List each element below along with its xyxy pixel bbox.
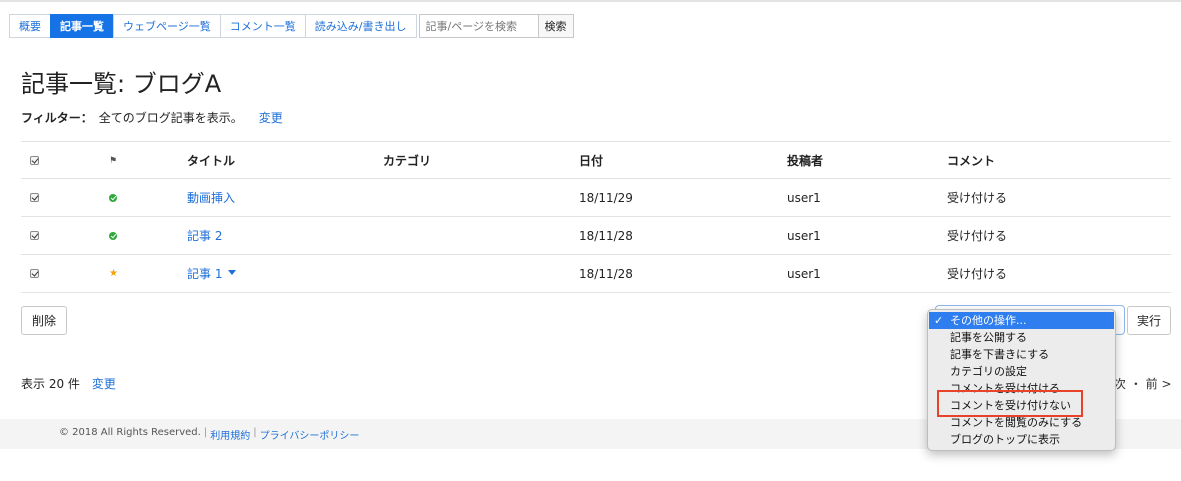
copyright: © 2018 All Rights Reserved. xyxy=(59,427,201,438)
table-row: 記事 2 18/11/28 user1 受け付ける xyxy=(21,217,1171,255)
row-checkbox[interactable] xyxy=(30,217,39,254)
filter-change-link[interactable]: 変更 xyxy=(259,109,283,126)
published-icon xyxy=(109,179,117,216)
select-all-checkbox[interactable] xyxy=(30,142,39,179)
header-author[interactable]: 投稿者 xyxy=(787,142,823,179)
flag-icon: ⚑ xyxy=(109,155,118,166)
page-title: 記事一覧: ブログA xyxy=(21,70,222,98)
header-date[interactable]: 日付 xyxy=(579,142,603,179)
entries-table: ⚑ タイトル カテゴリ 日付 投稿者 コメント 動画挿入 18/11/29 us… xyxy=(21,141,1171,293)
per-page-change-link[interactable]: 変更 xyxy=(92,375,116,392)
entry-author: user1 xyxy=(787,190,821,205)
entry-date: 18/11/28 xyxy=(579,266,633,281)
entry-comment: 受け付ける xyxy=(947,229,1008,243)
filter-label: フィルター： xyxy=(21,111,93,125)
entry-comment: 受け付ける xyxy=(947,191,1008,205)
entry-title-link[interactable]: 記事 2 xyxy=(187,227,222,244)
pager[interactable]: 次 ・ 前 > xyxy=(1114,375,1172,392)
table-row: ★ 記事 1 18/11/28 user1 受け付ける xyxy=(21,255,1171,293)
entry-title-link[interactable]: 記事 1 xyxy=(187,265,222,282)
entry-author: user1 xyxy=(787,266,821,281)
footer-separator: | xyxy=(253,427,257,438)
top-nav: 概要 記事一覧 ウェブページ一覧 コメント一覧 読み込み/書き出し 検索 xyxy=(9,14,574,38)
entry-author: user1 xyxy=(787,228,821,243)
menu-item-set-category[interactable]: カテゴリの設定 xyxy=(928,363,1115,380)
actions-dropdown-menu: その他の操作... 記事を公開する 記事を下書きにする カテゴリの設定 コメント… xyxy=(927,309,1116,451)
menu-item-reject-comments[interactable]: コメントを受け付けない xyxy=(928,397,1115,414)
delete-button[interactable]: 削除 xyxy=(21,306,67,335)
entry-date: 18/11/29 xyxy=(579,190,633,205)
header-title[interactable]: タイトル xyxy=(187,142,235,179)
menu-item-readonly-comments[interactable]: コメントを閲覧のみにする xyxy=(928,414,1115,431)
table-row: 動画挿入 18/11/29 user1 受け付ける xyxy=(21,179,1171,217)
menu-item-other-actions[interactable]: その他の操作... xyxy=(929,312,1114,329)
published-icon xyxy=(109,217,117,254)
tab-comments[interactable]: コメント一覧 xyxy=(219,14,306,38)
per-page: 表示 20 件 変更 xyxy=(21,375,116,392)
menu-item-accept-comments[interactable]: コメントを受け付ける xyxy=(928,380,1115,397)
entry-comment: 受け付ける xyxy=(947,267,1008,281)
tab-overview[interactable]: 概要 xyxy=(9,14,51,38)
row-checkbox[interactable] xyxy=(30,255,39,292)
table-header: ⚑ タイトル カテゴリ 日付 投稿者 コメント xyxy=(21,141,1171,179)
entry-date: 18/11/28 xyxy=(579,228,633,243)
terms-link[interactable]: 利用規約 xyxy=(210,427,250,442)
tab-entries[interactable]: 記事一覧 xyxy=(50,14,114,38)
filter-bar: フィルター： 全てのブログ記事を表示。 変更 xyxy=(21,109,283,126)
top-border xyxy=(0,0,1181,2)
search-input[interactable] xyxy=(418,14,539,38)
entry-title-link[interactable]: 動画挿入 xyxy=(187,189,235,206)
header-category[interactable]: カテゴリ xyxy=(383,142,431,179)
search-button[interactable]: 検索 xyxy=(538,14,574,38)
header-comment[interactable]: コメント xyxy=(947,142,995,179)
menu-item-publish[interactable]: 記事を公開する xyxy=(928,329,1115,346)
row-checkbox[interactable] xyxy=(30,179,39,216)
privacy-link[interactable]: プライバシーポリシー xyxy=(260,427,360,442)
menu-item-draft[interactable]: 記事を下書きにする xyxy=(928,346,1115,363)
menu-item-show-on-top[interactable]: ブログのトップに表示 xyxy=(928,431,1115,448)
filter-value: 全てのブログ記事を表示。 xyxy=(98,111,243,125)
run-button[interactable]: 実行 xyxy=(1127,306,1171,335)
tab-import-export[interactable]: 読み込み/書き出し xyxy=(304,14,417,38)
footer-separator: | xyxy=(203,427,208,438)
star-icon: ★ xyxy=(109,268,118,279)
caret-down-icon[interactable] xyxy=(228,270,237,275)
tab-webpages[interactable]: ウェブページ一覧 xyxy=(113,14,221,38)
per-page-label: 表示 20 件 xyxy=(21,377,80,391)
